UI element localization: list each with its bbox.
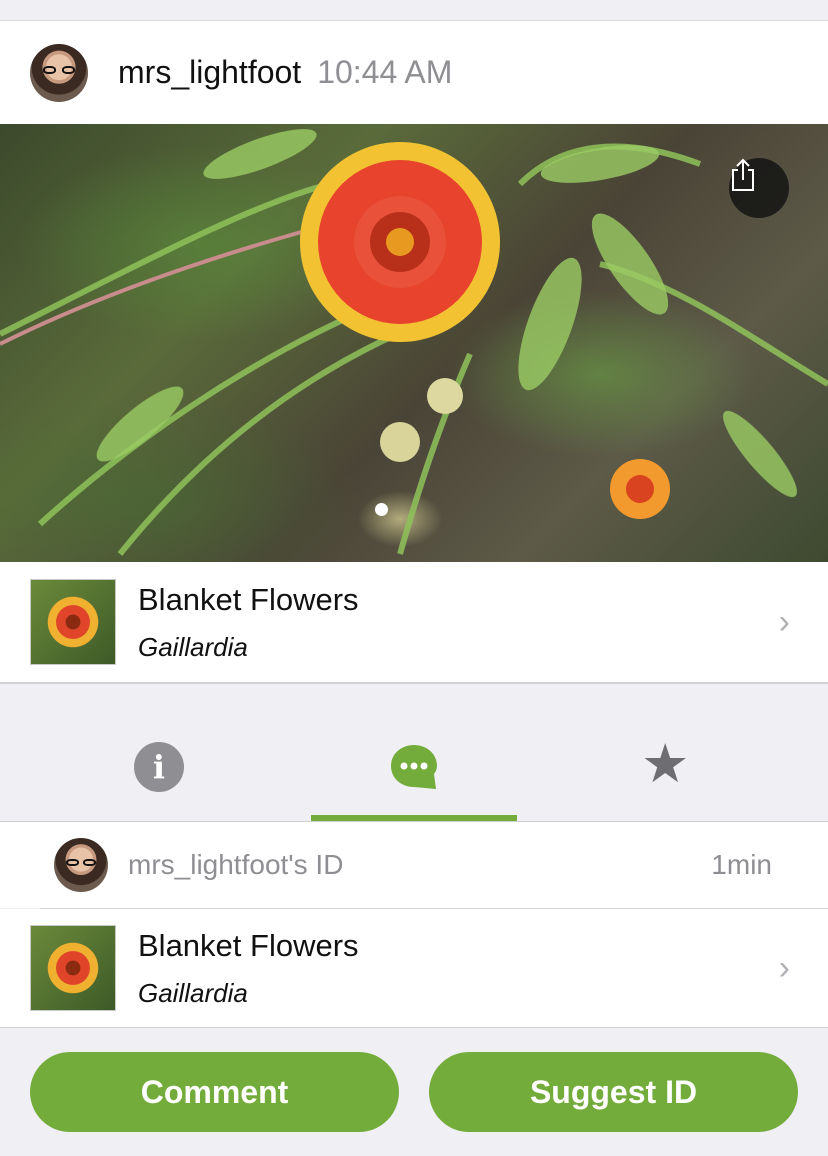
identification-common-name: Blanket Flowers [138,927,359,963]
identification-age: 1min [711,849,772,880]
observation-header: mrs_lightfoot 10:44 AM [0,21,828,124]
comment-button[interactable]: Comment [30,1052,399,1132]
speech-bubble-icon [391,745,437,789]
tab-favorites[interactable]: ★ [641,737,691,791]
suggest-id-button[interactable]: Suggest ID [429,1052,798,1132]
taxon-row[interactable]: Blanket Flowers Gaillardia › [0,562,828,683]
username[interactable]: mrs_lightfoot [118,54,301,91]
star-icon: ★ [641,734,690,794]
identification-header: mrs_lightfoot's ID 1min [0,822,828,908]
identification-label: mrs_lightfoot's ID [128,849,344,880]
user-avatar[interactable] [30,43,88,102]
chevron-right-icon: › [778,948,790,987]
tab-info[interactable]: i [134,742,184,792]
info-icon: i [152,748,166,786]
taxon-common-name: Blanket Flowers [138,581,359,617]
share-button[interactable] [729,158,789,218]
tab-bar: i ★ [0,683,828,822]
photo-page-indicator [375,503,388,516]
tab-activity[interactable] [389,742,439,792]
identification-scientific-name: Gaillardia [138,977,248,1008]
top-strip [0,0,828,21]
share-icon [732,158,754,191]
identifier-avatar[interactable] [54,838,108,892]
chevron-right-icon: › [778,602,790,641]
identification-taxon-row[interactable]: Blanket Flowers Gaillardia › [0,909,828,1027]
observation-time: 10:44 AM [317,54,453,90]
observation-photo[interactable] [0,124,828,562]
taxon-scientific-name: Gaillardia [138,631,248,662]
taxon-thumbnail [30,579,116,665]
identification-thumbnail [30,925,116,1011]
